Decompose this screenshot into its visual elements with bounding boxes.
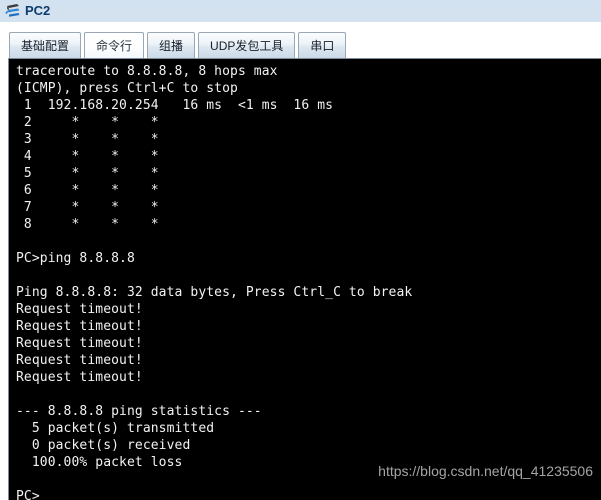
tab-label: 串口 bbox=[310, 39, 335, 53]
terminal-line: (ICMP), press Ctrl+C to stop bbox=[16, 81, 238, 96]
terminal-line: Request timeout! bbox=[16, 319, 143, 334]
terminal-line: Request timeout! bbox=[16, 336, 143, 351]
tab-strip: 基础配置 命令行 组播 UDP发包工具 串口 bbox=[9, 31, 347, 58]
terminal-frame: traceroute to 8.8.8.8, 8 hops max (ICMP),… bbox=[8, 58, 601, 500]
tab-label: UDP发包工具 bbox=[210, 39, 284, 53]
tab-multicast[interactable]: 组播 bbox=[147, 32, 196, 58]
terminal-line: 5 * * * bbox=[16, 166, 159, 181]
terminal-line: 0 packet(s) received bbox=[16, 438, 191, 453]
window-titlebar: PC2 bbox=[0, 0, 601, 22]
tab-serial-port[interactable]: 串口 bbox=[298, 32, 347, 58]
terminal-line: Ping 8.8.8.8: 32 data bytes, Press Ctrl_… bbox=[16, 285, 413, 300]
tab-label: 命令行 bbox=[96, 39, 133, 53]
terminal-line: 2 * * * bbox=[16, 115, 159, 130]
terminal-line: PC>ping 8.8.8.8 bbox=[16, 251, 135, 266]
tab-label: 组播 bbox=[159, 39, 184, 53]
terminal-line: Request timeout! bbox=[16, 370, 143, 385]
terminal-line: 6 * * * bbox=[16, 183, 159, 198]
terminal-line: 4 * * * bbox=[16, 149, 159, 164]
terminal-line: PC> bbox=[16, 489, 40, 500]
pc2-window: PC2 基础配置 命令行 组播 UDP发包工具 串口 traceroute to… bbox=[0, 0, 601, 500]
terminal-line: 1 192.168.20.254 16 ms <1 ms 16 ms bbox=[16, 98, 334, 113]
terminal-line: 5 packet(s) transmitted bbox=[16, 421, 215, 436]
terminal-line: 3 * * * bbox=[16, 132, 159, 147]
terminal-line: 7 * * * bbox=[16, 200, 159, 215]
tab-udp-packet-tool[interactable]: UDP发包工具 bbox=[198, 32, 296, 58]
terminal-line: 100.00% packet loss bbox=[16, 455, 183, 470]
terminal-output[interactable]: traceroute to 8.8.8.8, 8 hops max (ICMP),… bbox=[9, 59, 601, 500]
window-client-area: 基础配置 命令行 组播 UDP发包工具 串口 traceroute to 8.8… bbox=[0, 22, 601, 500]
window-title: PC2 bbox=[25, 3, 51, 18]
terminal-line: Request timeout! bbox=[16, 353, 143, 368]
terminal-line: traceroute to 8.8.8.8, 8 hops max bbox=[16, 64, 278, 79]
terminal-line: Request timeout! bbox=[16, 302, 143, 317]
tab-basic-config[interactable]: 基础配置 bbox=[9, 32, 82, 58]
pc-host-icon bbox=[4, 2, 22, 20]
tab-label: 基础配置 bbox=[21, 39, 70, 53]
terminal-line: 8 * * * bbox=[16, 217, 159, 232]
tab-command-line[interactable]: 命令行 bbox=[84, 32, 145, 58]
terminal-line: --- 8.8.8.8 ping statistics --- bbox=[16, 404, 262, 419]
